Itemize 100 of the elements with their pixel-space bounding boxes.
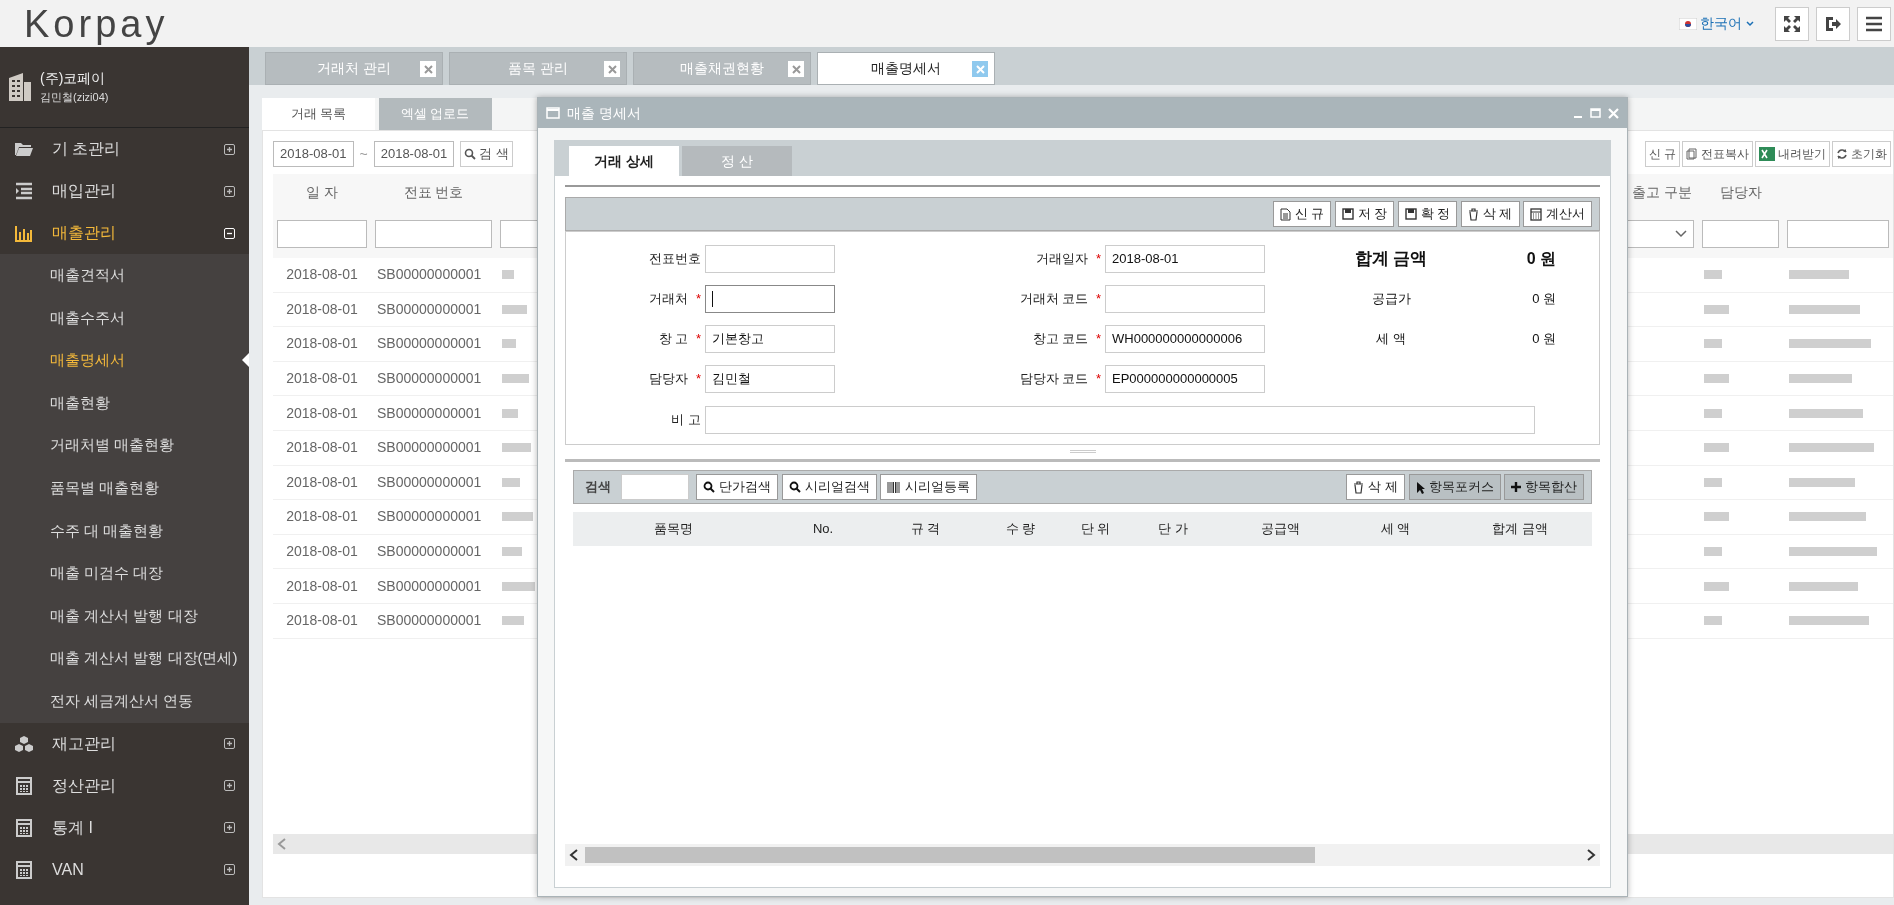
menu-item[interactable]: 정산관리 [52,773,116,798]
toolbar-button[interactable]: 시리얼등록 [880,474,977,500]
expand-icon[interactable] [224,143,235,155]
dialog-tab[interactable]: 거래 상세 [569,146,679,176]
filter-field[interactable] [375,220,492,248]
collapse-icon[interactable] [224,227,235,239]
submenu-item[interactable]: 매출수주서 [0,296,249,340]
redacted-text [502,270,514,280]
submenu-item[interactable]: 거래처별 매출현황 [0,424,249,467]
redacted-text [1704,374,1729,384]
expand-icon[interactable] [224,864,235,876]
menu-button[interactable] [1856,6,1891,41]
document-icon [1279,207,1291,221]
redacted-text [502,408,518,418]
field-label: 담당자 * [648,369,701,388]
menu-item[interactable]: 매입관리 [52,179,116,203]
column-header: 단 가 [1157,520,1189,539]
scrollbar-thumb[interactable] [585,847,1315,863]
field-label: 창고 코드 * [1031,329,1101,348]
input-field[interactable]: 김민철 [705,364,835,393]
toolbar-button[interactable]: 삭 제 [1460,201,1520,227]
close-icon[interactable] [788,61,804,77]
column-header: 규 격 [909,520,942,539]
search-button[interactable]: 검 색 [460,141,513,167]
expand-icon[interactable] [224,780,235,792]
submenu-item[interactable]: 수주 대 매출현황 [0,509,249,553]
submenu-item[interactable]: 매출현황 [0,381,249,425]
submenu-item[interactable]: 전자 세금계산서 연동 [0,679,249,723]
toolbar-button[interactable]: 신 규 [1272,201,1332,227]
copy-icon [1686,148,1698,160]
toolbar-button[interactable]: 초기화 [1832,141,1891,167]
redacted-text [1789,477,1855,487]
submenu-item[interactable]: 품목별 매출현황 [0,466,249,510]
required-mark: * [695,290,701,306]
sub-tab[interactable]: 거래 목록 [262,98,375,130]
redacted-text [1704,408,1722,418]
page-tab[interactable]: 매출명세서 [817,52,995,85]
submenu-item[interactable]: 매출 계산서 발행 대장(면세) [0,637,249,680]
dialog-title: 매출 명세서 [567,103,641,123]
filter-field[interactable] [277,220,367,248]
required-mark: * [695,330,701,346]
input-field[interactable] [705,244,835,273]
toolbar-button[interactable]: 신 규 [1644,141,1680,167]
total-label: 공급가 [1370,289,1412,308]
redacted-text [1789,270,1849,280]
caret-icon [1745,20,1754,27]
submenu-item[interactable]: 매출 미검수 대장 [0,552,249,595]
menu-item[interactable]: 기 초관리 [52,137,121,161]
submenu-item[interactable]: 매출 계산서 발행 대장 [0,594,249,638]
input-field[interactable]: WH000000000000006 [1105,324,1265,353]
date-to-field[interactable]: 2018-08-01 [373,141,455,167]
column-header: 일 자 [273,174,371,210]
input-field[interactable] [1105,284,1265,313]
memo-field[interactable] [705,406,1535,434]
menu-item[interactable]: VAN [52,857,84,882]
redacted-text [1789,374,1852,384]
calculator-icon [14,775,34,796]
toolbar-button[interactable]: 시리얼검색 [781,474,877,500]
filter-field[interactable] [1787,220,1889,248]
input-field[interactable]: EP000000000000005 [1105,364,1265,393]
toolbar-button[interactable]: 계산서 [1523,201,1592,227]
filter-field[interactable] [1702,220,1779,248]
toolbar-button[interactable]: 삭 제 [1346,474,1405,500]
toolbar-button[interactable]: 확 정 [1397,201,1458,227]
column-header: 수 량 [1004,520,1037,539]
logout-button[interactable] [1815,6,1850,41]
toolbar-button[interactable]: 저 장 [1334,201,1395,227]
maximize-icon[interactable] [1590,108,1601,118]
input-field[interactable]: 2018-08-01 [1105,244,1265,273]
toolbar-button[interactable]: 전표복사 [1682,141,1753,167]
horizontal-scrollbar[interactable] [565,844,1600,866]
close-icon[interactable] [604,61,620,77]
toolbar-button[interactable]: 내려받기 [1755,141,1830,167]
column-header: 단 위 [1079,520,1112,539]
input-field[interactable]: 기본창고 [705,324,835,353]
close-icon[interactable] [972,61,988,77]
expand-icon[interactable] [224,822,235,834]
toolbar-button[interactable]: 항목포커스 [1408,474,1501,500]
expand-icon[interactable] [224,738,235,750]
menu-item[interactable]: 통계 I [52,815,93,840]
close-icon[interactable] [420,61,436,77]
flag-icon [1678,17,1697,30]
logo: Korpay [23,4,169,43]
field-label: 거래일자 * [1035,249,1101,268]
field-label: 거래처 * [648,289,701,308]
input-field[interactable] [705,284,835,313]
toolbar-button[interactable]: 항목합산 [1504,474,1584,500]
language-selector[interactable]: 한국어 [1678,13,1754,34]
toolbar-button[interactable]: 단가검색 [696,474,778,500]
expand-arrows-icon [1782,14,1801,33]
menu-item[interactable]: 매출관리 [52,221,116,245]
submenu-item[interactable]: 매출견적서 [0,254,249,297]
close-icon[interactable] [1608,107,1619,119]
column-header: 품목명 [652,520,694,539]
search-field[interactable] [620,474,689,500]
redacted-text [1704,477,1722,487]
date-from-field[interactable]: 2018-08-01 [273,141,354,167]
menu-item[interactable]: 재고관리 [52,731,116,756]
expand-icon[interactable] [224,185,235,197]
fullscreen-button[interactable] [1774,6,1809,41]
